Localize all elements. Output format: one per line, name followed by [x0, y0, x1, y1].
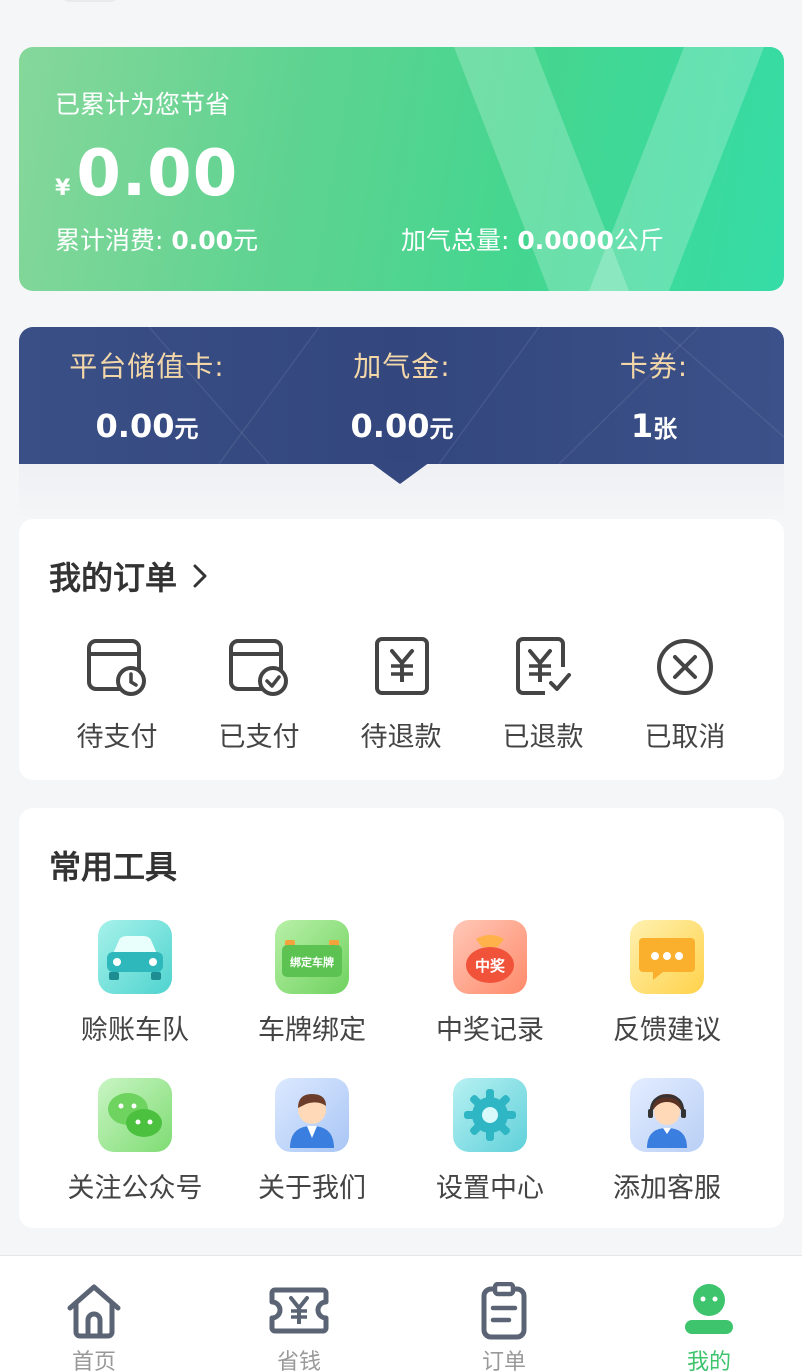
total-spend-value: 0.00 — [171, 226, 234, 255]
tab-savings[interactable]: 省钱 — [239, 1282, 359, 1372]
home-icon — [67, 1284, 121, 1339]
plate-badge-text: 绑定车牌 — [290, 955, 334, 969]
tab-orders[interactable]: 订单 — [444, 1282, 564, 1372]
chevron-right-icon — [193, 564, 207, 588]
tool-follow-account[interactable]: 关注公众号 — [50, 1078, 220, 1205]
chat-bubble-icon — [630, 920, 704, 994]
orders-card: 我的订单 待支付 已支付 待退款 已退款 已取消 — [19, 519, 784, 780]
tool-label: 反馈建议 — [613, 1015, 721, 1046]
tool-plate-binding[interactable]: 绑定车牌 车牌绑定 — [227, 920, 397, 1047]
wechat-icon — [98, 1078, 172, 1152]
wallet-value: 0.00元 — [47, 407, 247, 445]
wallet-coupons[interactable]: 卡券: 1张 — [574, 345, 734, 445]
tool-settings[interactable]: 设置中心 — [405, 1078, 575, 1205]
tools-card: 常用工具 赊账车队 绑定车牌 车牌绑定 中奖 中奖记录 反馈建议 关注公众号 关… — [19, 808, 784, 1228]
tools-title: 常用工具 — [49, 842, 177, 888]
tool-label: 设置中心 — [436, 1173, 544, 1204]
wallet-gas-fund[interactable]: 加气金: 0.00元 — [302, 345, 502, 445]
tool-label: 车牌绑定 — [258, 1015, 366, 1046]
tools-title-text: 常用工具 — [49, 848, 178, 886]
wallet-label: 平台储值卡: — [69, 350, 225, 383]
tab-label: 首页 — [71, 1350, 116, 1372]
gear-icon — [453, 1078, 527, 1152]
order-label: 待支付 — [76, 722, 158, 753]
currency-symbol: ¥ — [55, 176, 71, 201]
orders-header[interactable]: 我的订单 — [49, 553, 207, 599]
tool-about-us[interactable]: 关于我们 — [227, 1078, 397, 1205]
order-label: 已取消 — [644, 722, 726, 753]
user-icon — [685, 1284, 733, 1334]
wallet-card: 平台储值卡: 0.00元 加气金: 0.00元 卡券: 1张 — [19, 327, 784, 464]
wallet-stored-card[interactable]: 平台储值卡: 0.00元 — [47, 345, 247, 445]
order-pending-refund[interactable]: 待退款 — [336, 637, 466, 754]
order-label: 已支付 — [218, 722, 300, 753]
tab-mine[interactable]: 我的 — [649, 1282, 769, 1372]
order-pending-payment[interactable]: 待支付 — [52, 637, 182, 754]
wallet-pointer — [370, 462, 430, 484]
tool-label: 赊账车队 — [81, 1015, 189, 1046]
wallet-label: 卡券: — [619, 350, 689, 383]
tool-label: 中奖记录 — [436, 1015, 544, 1046]
order-paid[interactable]: 已支付 — [194, 637, 324, 754]
tool-label: 添加客服 — [613, 1173, 721, 1204]
wallet-value: 0.00元 — [302, 407, 502, 445]
bottom-tab-bar: 首页 省钱 订单 我的 — [0, 1255, 802, 1372]
total-spend-label: 累计消费: — [55, 226, 164, 255]
tab-label: 订单 — [481, 1350, 526, 1372]
tool-label: 关于我们 — [258, 1173, 366, 1204]
savings-card: 已累计为您节省 ¥ 0.00 累计消费: 0.00元 加气总量: 0.0000公… — [19, 47, 784, 291]
prize-bag-icon: 中奖 — [453, 920, 527, 994]
wallet-amount: 0.00 — [95, 407, 175, 445]
service-agent-icon — [630, 1078, 704, 1152]
status-notch — [60, 0, 120, 2]
tool-prize-record[interactable]: 中奖 中奖记录 — [405, 920, 575, 1047]
tool-label: 关注公众号 — [67, 1173, 203, 1204]
person-icon — [275, 1078, 349, 1152]
tool-add-service[interactable]: 添加客服 — [582, 1078, 752, 1205]
wallet-amount: 0.00 — [350, 407, 430, 445]
order-label: 已退款 — [502, 722, 584, 753]
coupon-icon — [269, 1287, 329, 1334]
wallet-label: 加气金: — [353, 350, 451, 383]
total-gas: 加气总量: 0.0000公斤 — [401, 221, 664, 257]
tool-feedback[interactable]: 反馈建议 — [582, 920, 752, 1047]
clipboard-icon — [481, 1282, 527, 1340]
total-gas-label: 加气总量: — [401, 226, 510, 255]
yuan-doc-icon — [375, 637, 429, 695]
total-gas-unit: 公斤 — [613, 226, 664, 255]
yuan-doc-check-icon — [516, 637, 571, 695]
wallet-amount: 1 — [630, 407, 654, 445]
savings-amount: ¥ 0.00 — [55, 137, 238, 211]
savings-title: 已累计为您节省 — [55, 90, 231, 119]
total-spend-unit: 元 — [233, 226, 259, 255]
car-icon — [98, 920, 172, 994]
savings-value: 0.00 — [76, 137, 239, 211]
orders-title: 我的订单 — [49, 559, 178, 597]
order-cancelled[interactable]: 已取消 — [620, 637, 750, 754]
wallet-unit: 张 — [653, 415, 678, 443]
tab-label: 省钱 — [276, 1350, 321, 1372]
order-label: 待退款 — [360, 722, 442, 753]
wallet-unit: 元 — [174, 415, 199, 443]
tab-home[interactable]: 首页 — [34, 1282, 154, 1372]
wallet-unit: 元 — [429, 415, 454, 443]
order-refunded[interactable]: 已退款 — [478, 637, 608, 754]
tool-credit-fleet[interactable]: 赊账车队 — [50, 920, 220, 1047]
wallet-value: 1张 — [574, 407, 734, 445]
plate-bind-icon: 绑定车牌 — [275, 920, 349, 994]
tab-label: 我的 — [686, 1350, 731, 1372]
card-clock-icon — [87, 639, 146, 696]
card-check-icon — [229, 639, 288, 696]
total-gas-value: 0.0000 — [517, 226, 614, 255]
circle-x-icon — [657, 639, 713, 695]
prize-badge-text: 中奖 — [475, 957, 506, 975]
total-spend: 累计消费: 0.00元 — [55, 221, 258, 257]
